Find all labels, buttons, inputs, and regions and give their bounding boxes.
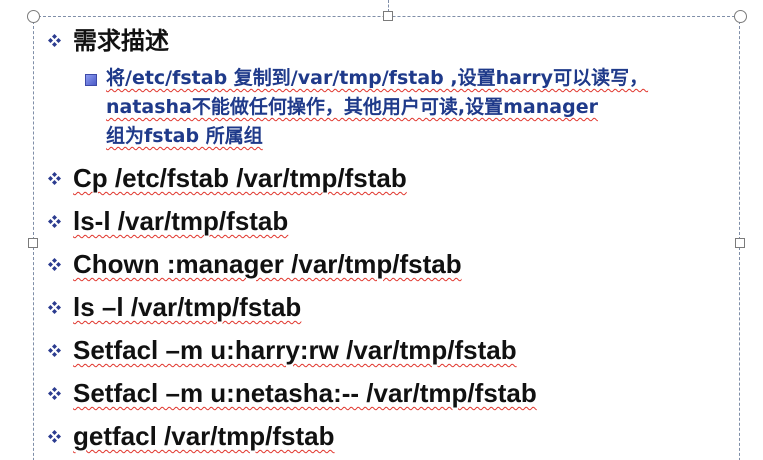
command-text: Setfacl –m u:netasha:-- /var/tmp/fstab [73, 378, 537, 408]
command-text: Setfacl –m u:harry:rw /var/tmp/fstab [73, 335, 517, 365]
diamond-bullet-icon [48, 172, 61, 185]
command-item: Cp /etc/fstab /var/tmp/fstab [44, 157, 744, 200]
command-item: Setfacl –m u:netasha:-- /var/tmp/fstab [44, 372, 744, 415]
command-item: Setfacl –m u:harry:rw /var/tmp/fstab [44, 329, 744, 372]
diamond-bullet-icon [48, 344, 61, 357]
resize-handle-top-left[interactable] [27, 10, 40, 23]
command-text: Cp /etc/fstab /var/tmp/fstab [73, 163, 407, 193]
requirement-line: natasha不能做任何操作，其他用户可读,设置manager [106, 96, 598, 118]
resize-handle-middle-left[interactable] [28, 238, 38, 248]
command-text: ls-l /var/tmp/fstab [73, 206, 289, 236]
command-text: Chown :manager /var/tmp/fstab [73, 249, 462, 279]
heading-text: 需求描述 [73, 27, 169, 55]
diamond-bullet-icon [48, 301, 61, 314]
diamond-bullet-icon [48, 430, 61, 443]
resize-handle-top-center[interactable] [383, 11, 393, 21]
requirement-line: 将/etc/fstab 复制到/var/tmp/fstab ,设置harry可以… [106, 67, 649, 89]
diamond-bullet-icon [48, 34, 61, 47]
heading-item: 需求描述 [44, 22, 744, 60]
command-item: Chown :manager /var/tmp/fstab [44, 243, 744, 286]
diamond-bullet-icon [48, 387, 61, 400]
diamond-bullet-icon [48, 215, 61, 228]
command-item: getfacl /var/tmp/fstab [44, 415, 744, 458]
requirement-line: 组为fstab 所属组 [106, 125, 263, 147]
command-item: ls-l /var/tmp/fstab [44, 200, 744, 243]
command-text: getfacl /var/tmp/fstab [73, 421, 335, 451]
command-text: ls –l /var/tmp/fstab [73, 292, 302, 322]
command-item: ls –l /var/tmp/fstab [44, 286, 744, 329]
square-bullet-icon [85, 74, 97, 86]
text-box-content[interactable]: 需求描述 将/etc/fstab 复制到/var/tmp/fstab ,设置ha… [44, 22, 744, 458]
requirement-description: 将/etc/fstab 复制到/var/tmp/fstab ,设置harry可以… [44, 64, 736, 151]
diamond-bullet-icon [48, 258, 61, 271]
